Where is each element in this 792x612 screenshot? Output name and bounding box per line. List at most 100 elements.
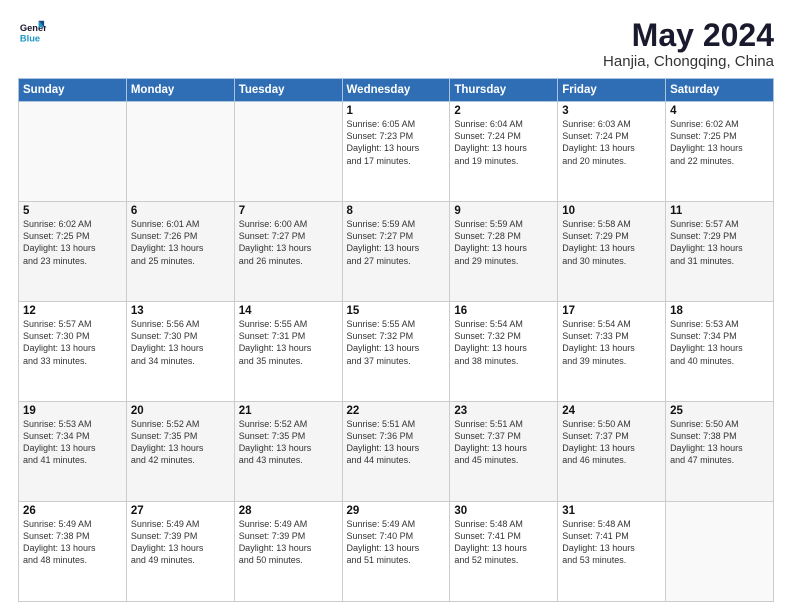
calendar-cell: 9Sunrise: 5:59 AM Sunset: 7:28 PM Daylig… [450, 202, 558, 302]
day-info: Sunrise: 5:57 AM Sunset: 7:29 PM Dayligh… [670, 218, 769, 267]
day-info: Sunrise: 5:55 AM Sunset: 7:31 PM Dayligh… [239, 318, 338, 367]
calendar-cell: 17Sunrise: 5:54 AM Sunset: 7:33 PM Dayli… [558, 302, 666, 402]
calendar-cell [19, 102, 127, 202]
day-number: 5 [23, 205, 122, 217]
day-info: Sunrise: 5:51 AM Sunset: 7:37 PM Dayligh… [454, 418, 553, 467]
logo-icon: General Blue [18, 18, 46, 46]
calendar-cell: 2Sunrise: 6:04 AM Sunset: 7:24 PM Daylig… [450, 102, 558, 202]
day-info: Sunrise: 6:02 AM Sunset: 7:25 PM Dayligh… [670, 118, 769, 167]
title-block: May 2024 Hanjia, Chongqing, China [603, 18, 774, 70]
day-info: Sunrise: 5:50 AM Sunset: 7:38 PM Dayligh… [670, 418, 769, 467]
calendar-cell [126, 102, 234, 202]
day-info: Sunrise: 5:49 AM Sunset: 7:39 PM Dayligh… [239, 518, 338, 567]
calendar-cell: 4Sunrise: 6:02 AM Sunset: 7:25 PM Daylig… [666, 102, 774, 202]
calendar-cell: 10Sunrise: 5:58 AM Sunset: 7:29 PM Dayli… [558, 202, 666, 302]
calendar-cell: 5Sunrise: 6:02 AM Sunset: 7:25 PM Daylig… [19, 202, 127, 302]
day-number: 24 [562, 405, 661, 417]
calendar-cell: 14Sunrise: 5:55 AM Sunset: 7:31 PM Dayli… [234, 302, 342, 402]
day-info: Sunrise: 5:57 AM Sunset: 7:30 PM Dayligh… [23, 318, 122, 367]
main-title: May 2024 [603, 18, 774, 53]
day-number: 16 [454, 305, 553, 317]
week-row-5: 26Sunrise: 5:49 AM Sunset: 7:38 PM Dayli… [19, 502, 774, 602]
day-info: Sunrise: 5:56 AM Sunset: 7:30 PM Dayligh… [131, 318, 230, 367]
day-info: Sunrise: 5:59 AM Sunset: 7:28 PM Dayligh… [454, 218, 553, 267]
day-info: Sunrise: 5:52 AM Sunset: 7:35 PM Dayligh… [131, 418, 230, 467]
day-number: 9 [454, 205, 553, 217]
calendar-cell: 7Sunrise: 6:00 AM Sunset: 7:27 PM Daylig… [234, 202, 342, 302]
calendar-cell: 30Sunrise: 5:48 AM Sunset: 7:41 PM Dayli… [450, 502, 558, 602]
calendar-cell: 19Sunrise: 5:53 AM Sunset: 7:34 PM Dayli… [19, 402, 127, 502]
day-info: Sunrise: 5:48 AM Sunset: 7:41 PM Dayligh… [562, 518, 661, 567]
day-number: 15 [347, 305, 446, 317]
day-number: 17 [562, 305, 661, 317]
calendar-cell: 21Sunrise: 5:52 AM Sunset: 7:35 PM Dayli… [234, 402, 342, 502]
day-number: 25 [670, 405, 769, 417]
day-info: Sunrise: 5:49 AM Sunset: 7:40 PM Dayligh… [347, 518, 446, 567]
calendar-cell: 29Sunrise: 5:49 AM Sunset: 7:40 PM Dayli… [342, 502, 450, 602]
day-info: Sunrise: 5:50 AM Sunset: 7:37 PM Dayligh… [562, 418, 661, 467]
calendar-cell: 20Sunrise: 5:52 AM Sunset: 7:35 PM Dayli… [126, 402, 234, 502]
day-number: 18 [670, 305, 769, 317]
calendar-cell: 26Sunrise: 5:49 AM Sunset: 7:38 PM Dayli… [19, 502, 127, 602]
day-info: Sunrise: 5:49 AM Sunset: 7:39 PM Dayligh… [131, 518, 230, 567]
day-info: Sunrise: 5:52 AM Sunset: 7:35 PM Dayligh… [239, 418, 338, 467]
day-number: 14 [239, 305, 338, 317]
day-number: 2 [454, 105, 553, 117]
calendar-cell: 18Sunrise: 5:53 AM Sunset: 7:34 PM Dayli… [666, 302, 774, 402]
week-row-3: 12Sunrise: 5:57 AM Sunset: 7:30 PM Dayli… [19, 302, 774, 402]
day-number: 23 [454, 405, 553, 417]
calendar-cell: 15Sunrise: 5:55 AM Sunset: 7:32 PM Dayli… [342, 302, 450, 402]
day-number: 19 [23, 405, 122, 417]
weekday-header-thursday: Thursday [450, 79, 558, 102]
calendar-cell: 13Sunrise: 5:56 AM Sunset: 7:30 PM Dayli… [126, 302, 234, 402]
day-number: 27 [131, 505, 230, 517]
calendar-cell: 24Sunrise: 5:50 AM Sunset: 7:37 PM Dayli… [558, 402, 666, 502]
svg-text:Blue: Blue [20, 33, 40, 43]
day-number: 13 [131, 305, 230, 317]
calendar-table: SundayMondayTuesdayWednesdayThursdayFrid… [18, 78, 774, 602]
day-number: 30 [454, 505, 553, 517]
calendar-cell: 23Sunrise: 5:51 AM Sunset: 7:37 PM Dayli… [450, 402, 558, 502]
day-number: 7 [239, 205, 338, 217]
calendar-cell: 27Sunrise: 5:49 AM Sunset: 7:39 PM Dayli… [126, 502, 234, 602]
page: General Blue May 2024 Hanjia, Chongqing,… [0, 0, 792, 612]
day-number: 4 [670, 105, 769, 117]
calendar-cell [666, 502, 774, 602]
day-info: Sunrise: 5:49 AM Sunset: 7:38 PM Dayligh… [23, 518, 122, 567]
weekday-header-saturday: Saturday [666, 79, 774, 102]
weekday-header-row: SundayMondayTuesdayWednesdayThursdayFrid… [19, 79, 774, 102]
week-row-4: 19Sunrise: 5:53 AM Sunset: 7:34 PM Dayli… [19, 402, 774, 502]
week-row-1: 1Sunrise: 6:05 AM Sunset: 7:23 PM Daylig… [19, 102, 774, 202]
day-info: Sunrise: 5:54 AM Sunset: 7:33 PM Dayligh… [562, 318, 661, 367]
calendar-cell: 12Sunrise: 5:57 AM Sunset: 7:30 PM Dayli… [19, 302, 127, 402]
day-number: 1 [347, 105, 446, 117]
day-info: Sunrise: 6:05 AM Sunset: 7:23 PM Dayligh… [347, 118, 446, 167]
day-number: 28 [239, 505, 338, 517]
calendar-cell: 25Sunrise: 5:50 AM Sunset: 7:38 PM Dayli… [666, 402, 774, 502]
day-number: 22 [347, 405, 446, 417]
calendar-cell: 16Sunrise: 5:54 AM Sunset: 7:32 PM Dayli… [450, 302, 558, 402]
day-info: Sunrise: 6:00 AM Sunset: 7:27 PM Dayligh… [239, 218, 338, 267]
day-number: 10 [562, 205, 661, 217]
calendar-cell: 3Sunrise: 6:03 AM Sunset: 7:24 PM Daylig… [558, 102, 666, 202]
day-info: Sunrise: 5:58 AM Sunset: 7:29 PM Dayligh… [562, 218, 661, 267]
day-number: 20 [131, 405, 230, 417]
day-number: 8 [347, 205, 446, 217]
weekday-header-monday: Monday [126, 79, 234, 102]
day-number: 12 [23, 305, 122, 317]
day-info: Sunrise: 5:53 AM Sunset: 7:34 PM Dayligh… [23, 418, 122, 467]
calendar-cell: 11Sunrise: 5:57 AM Sunset: 7:29 PM Dayli… [666, 202, 774, 302]
weekday-header-tuesday: Tuesday [234, 79, 342, 102]
day-info: Sunrise: 6:04 AM Sunset: 7:24 PM Dayligh… [454, 118, 553, 167]
day-info: Sunrise: 5:59 AM Sunset: 7:27 PM Dayligh… [347, 218, 446, 267]
calendar-cell: 8Sunrise: 5:59 AM Sunset: 7:27 PM Daylig… [342, 202, 450, 302]
day-number: 29 [347, 505, 446, 517]
day-number: 21 [239, 405, 338, 417]
day-info: Sunrise: 5:55 AM Sunset: 7:32 PM Dayligh… [347, 318, 446, 367]
day-info: Sunrise: 5:48 AM Sunset: 7:41 PM Dayligh… [454, 518, 553, 567]
day-number: 26 [23, 505, 122, 517]
day-info: Sunrise: 5:51 AM Sunset: 7:36 PM Dayligh… [347, 418, 446, 467]
weekday-header-sunday: Sunday [19, 79, 127, 102]
calendar-cell: 6Sunrise: 6:01 AM Sunset: 7:26 PM Daylig… [126, 202, 234, 302]
day-number: 11 [670, 205, 769, 217]
